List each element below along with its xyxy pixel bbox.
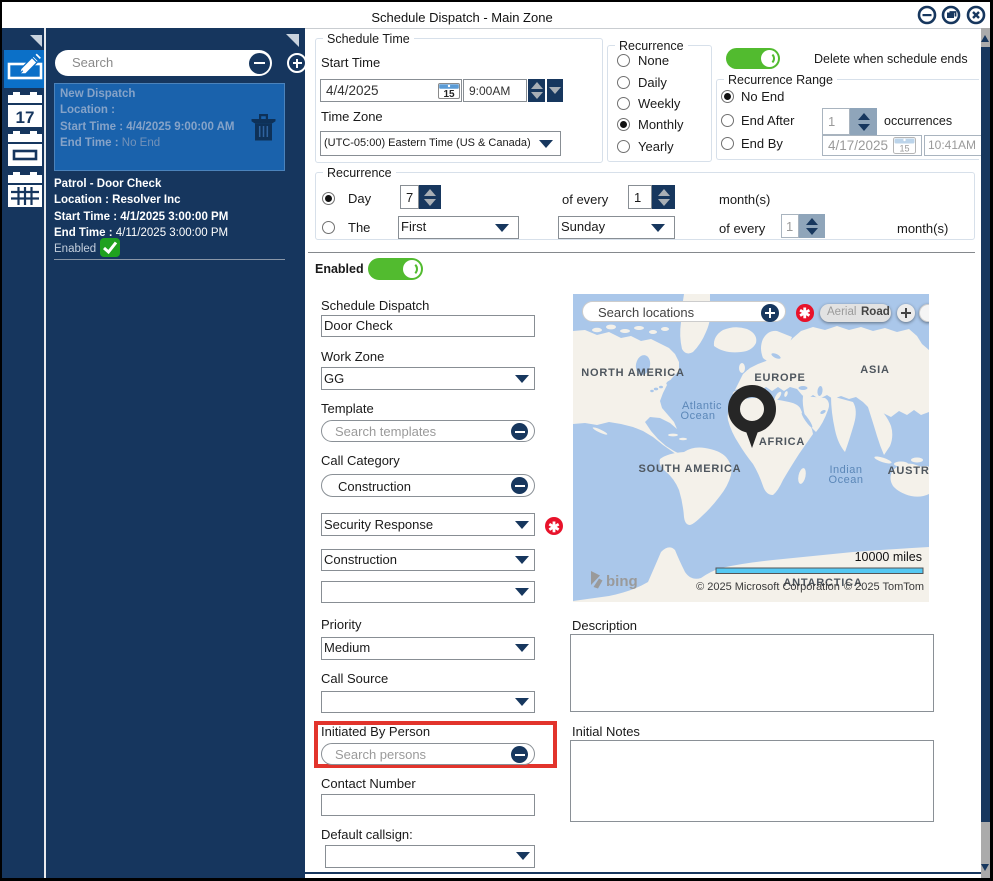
svg-text:Ocean: Ocean [681,410,716,422]
svg-text:15: 15 [899,144,909,154]
svg-text:SOUTH AMERICA: SOUTH AMERICA [639,463,742,475]
svg-text:AFRICA: AFRICA [759,436,805,448]
svg-text:© 2025 TomTom: © 2025 TomTom [844,581,924,593]
svg-text:ASIA: ASIA [860,364,889,376]
svg-text:Ocean: Ocean [829,474,864,486]
svg-text:NORTH AMERICA: NORTH AMERICA [581,367,685,379]
svg-text:© 2025 Microsoft Corporation: © 2025 Microsoft Corporation [696,581,840,593]
svg-text:AUSTRA: AUSTRA [888,465,929,477]
svg-text:15: 15 [443,89,455,99]
svg-text:bing: bing [606,573,638,590]
svg-text:17: 17 [16,108,35,127]
svg-text:10000 miles: 10000 miles [855,550,922,564]
svg-text:EUROPE: EUROPE [754,372,805,384]
